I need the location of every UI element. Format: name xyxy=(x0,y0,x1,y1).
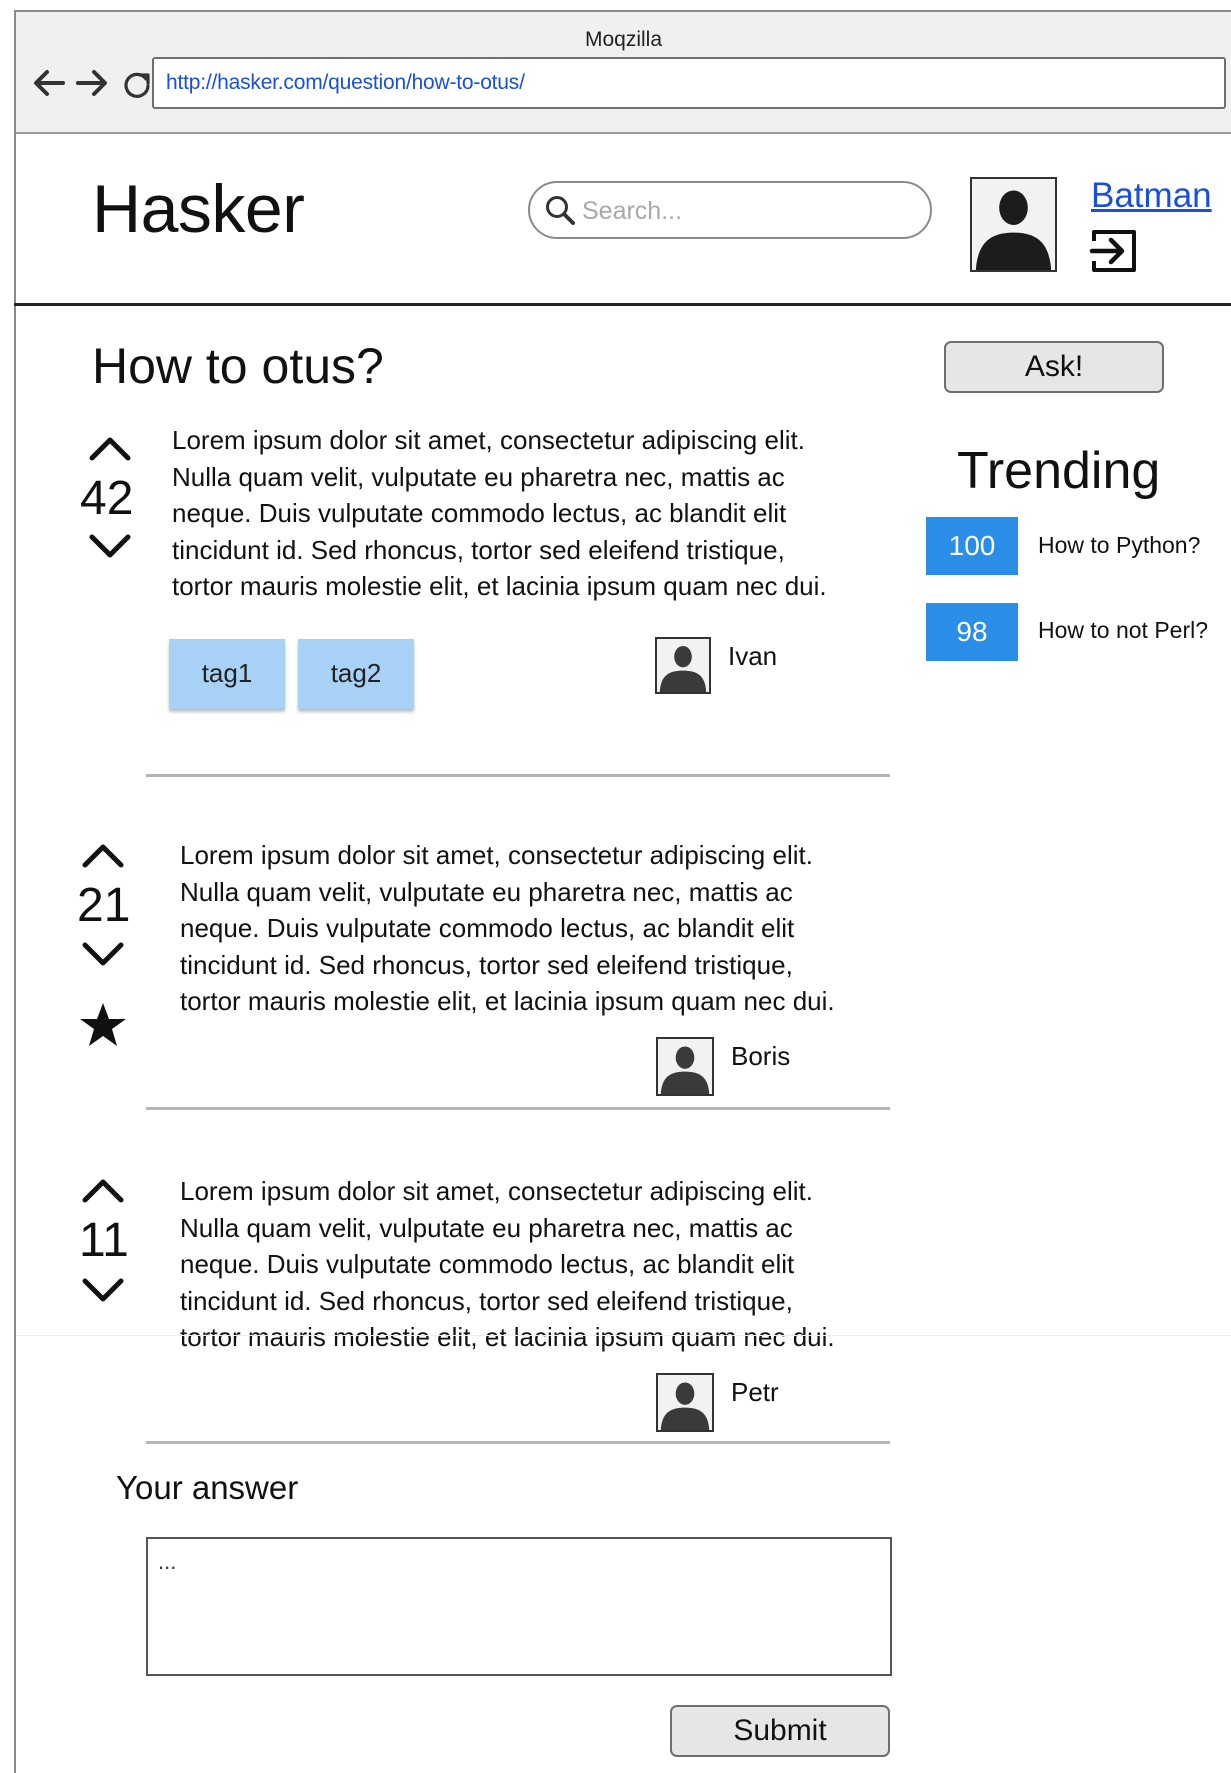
ask-button[interactable]: Ask! xyxy=(944,341,1164,393)
author-avatar[interactable] xyxy=(656,1037,714,1096)
forward-arrow-icon[interactable] xyxy=(73,64,111,102)
faint-divider xyxy=(16,1335,1231,1336)
divider xyxy=(146,774,890,777)
text-line: Nulla quam velit, vulputate eu pharetra … xyxy=(180,1212,793,1243)
text-line: Nulla quam velit, vulputate eu pharetra … xyxy=(180,876,793,907)
window-title: Moqzilla xyxy=(584,28,663,51)
text-line: tincidunt id. Sed rhoncus, tortor sed el… xyxy=(180,949,793,980)
header-divider xyxy=(14,303,1231,306)
question-body: Lorem ipsum dolor sit amet, consectetur … xyxy=(172,422,827,605)
search-input[interactable] xyxy=(580,183,914,239)
downvote-icon[interactable] xyxy=(81,940,125,970)
text-line: neque. Duis vulputate commodo lectus, ac… xyxy=(180,913,795,943)
text-line: tortor mauris molestie elit, et lacinia … xyxy=(172,571,827,601)
trending-question-link[interactable]: How to not Perl? xyxy=(1038,617,1208,644)
author-name[interactable]: Ivan xyxy=(728,641,777,672)
reload-icon[interactable] xyxy=(118,66,156,104)
text-line: Nulla quam velit, vulputate eu pharetra … xyxy=(172,461,785,492)
tag[interactable]: tag1 xyxy=(169,639,285,709)
downvote-icon[interactable] xyxy=(88,532,132,562)
text-line: neque. Duis vulputate commodo lectus, ac… xyxy=(180,1249,795,1279)
trending-count-badge: 98 xyxy=(926,603,1018,661)
text-line: Lorem ipsum dolor sit amet, consectetur … xyxy=(180,1176,813,1206)
text-line: tortor mauris molestie elit, et lacinia … xyxy=(180,1322,835,1352)
tag[interactable]: tag2 xyxy=(298,639,414,709)
search-box[interactable] xyxy=(528,181,932,239)
question-title: How to otus? xyxy=(92,338,384,394)
trending-count-badge: 100 xyxy=(926,517,1018,575)
answer-form-label: Your answer xyxy=(116,1469,299,1506)
downvote-icon[interactable] xyxy=(81,1276,125,1306)
author-avatar[interactable] xyxy=(655,637,711,694)
user-profile-link[interactable]: Batman xyxy=(1091,176,1212,216)
upvote-icon[interactable] xyxy=(81,1175,125,1205)
text-line: Lorem ipsum dolor sit amet, consectetur … xyxy=(180,840,813,870)
browser-toolbar: Moqzilla http://hasker.com/question/how-… xyxy=(16,12,1231,134)
logout-icon[interactable] xyxy=(1089,226,1141,281)
trending-heading: Trending xyxy=(957,442,1161,500)
answer-textarea[interactable]: ... xyxy=(146,1537,892,1676)
upvote-icon[interactable] xyxy=(88,433,132,463)
submit-button[interactable]: Submit xyxy=(670,1705,890,1757)
author-name[interactable]: Petr xyxy=(731,1377,779,1408)
trending-question-link[interactable]: How to Python? xyxy=(1038,532,1200,559)
divider xyxy=(146,1107,890,1110)
search-icon xyxy=(544,194,576,231)
answer-body: Lorem ipsum dolor sit amet, consectetur … xyxy=(180,1173,835,1356)
divider xyxy=(146,1441,890,1444)
vote-count: 21 xyxy=(77,879,131,932)
vote-count: 11 xyxy=(79,1214,129,1267)
text-line: Lorem ipsum dolor sit amet, consectetur … xyxy=(172,425,805,455)
upvote-icon[interactable] xyxy=(81,840,125,870)
site-logo[interactable]: Hasker xyxy=(92,170,305,248)
author-name[interactable]: Boris xyxy=(731,1041,790,1072)
back-arrow-icon[interactable] xyxy=(30,64,68,102)
author-avatar[interactable] xyxy=(656,1373,714,1432)
vote-count: 42 xyxy=(80,472,134,525)
user-avatar[interactable] xyxy=(970,177,1057,272)
address-bar[interactable]: http://hasker.com/question/how-to-otus/ xyxy=(152,57,1226,109)
answer-body: Lorem ipsum dolor sit amet, consectetur … xyxy=(180,837,835,1020)
text-line: neque. Duis vulputate commodo lectus, ac… xyxy=(172,498,787,528)
text-line: tincidunt id. Sed rhoncus, tortor sed el… xyxy=(180,1285,793,1316)
text-line: tincidunt id. Sed rhoncus, tortor sed el… xyxy=(172,534,785,565)
text-line: tortor mauris molestie elit, et lacinia … xyxy=(180,986,835,1016)
accepted-star-icon[interactable] xyxy=(78,1001,128,1049)
